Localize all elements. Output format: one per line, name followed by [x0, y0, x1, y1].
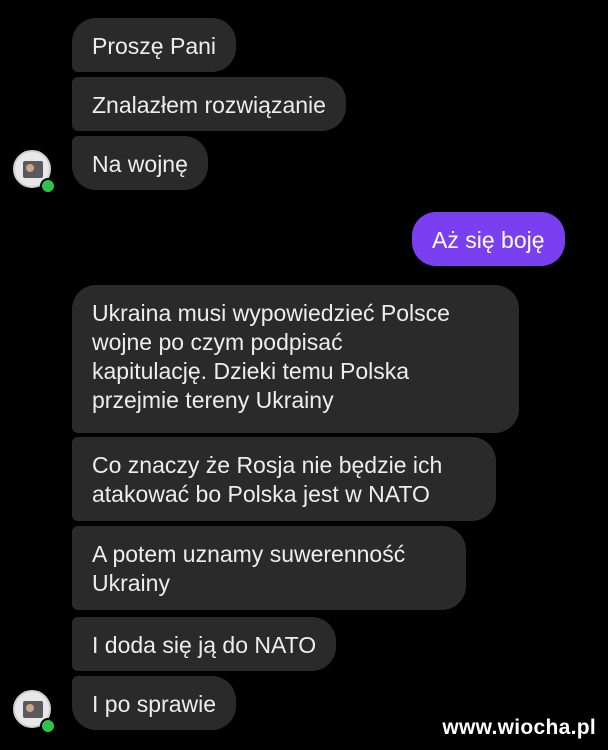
online-status-icon — [40, 718, 56, 734]
incoming-message[interactable]: Znalazłem rozwiązanie — [72, 77, 346, 131]
avatar-photo-icon — [23, 161, 43, 178]
incoming-message[interactable]: Na wojnę — [72, 136, 208, 190]
incoming-message[interactable]: I po sprawie — [72, 676, 237, 730]
online-status-icon — [40, 178, 56, 194]
incoming-message[interactable]: Co znaczy że Rosja nie będzie ich atakow… — [72, 437, 496, 521]
incoming-message[interactable]: Ukraina musi wypowiedzieć Polsce wojne p… — [72, 285, 519, 433]
incoming-message[interactable]: A potem uznamy suwerenność Ukrainy — [72, 526, 466, 610]
watermark: www.wiocha.pl — [442, 716, 596, 739]
outgoing-message[interactable]: Aż się boję — [412, 212, 565, 266]
incoming-message[interactable]: I doda się ją do NATO — [72, 617, 337, 671]
incoming-message[interactable]: Proszę Pani — [72, 18, 237, 72]
avatar-photo-icon — [23, 701, 43, 718]
